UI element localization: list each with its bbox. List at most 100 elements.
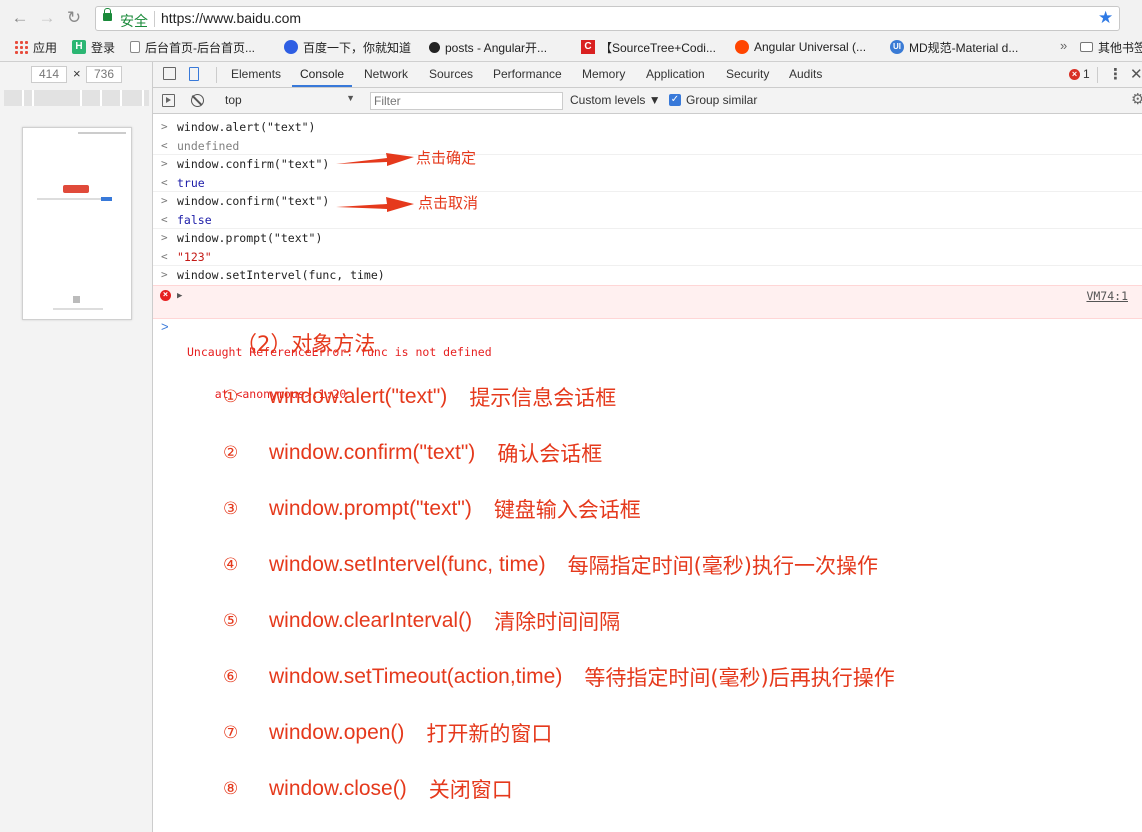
secure-label: 安全 [120,13,148,29]
inspect-element-icon[interactable] [163,67,176,80]
apps-grid-icon [14,40,28,54]
bookmark-star-icon[interactable]: ★ [1098,8,1113,28]
console-error-row[interactable]: × ▶ Uncaught ReferenceError: func is not… [153,284,1142,401]
lock-icon [103,8,112,21]
bookmark-admin-home[interactable]: 后台首页-后台首页... [130,38,255,56]
baidu-paw-icon [284,40,298,54]
input-chevron-icon: > [161,231,168,244]
folder-icon [1080,42,1093,52]
back-icon[interactable]: ← [10,8,30,28]
error-counter[interactable]: × 1 [1069,67,1090,81]
url-text[interactable]: https://www.baidu.com [161,10,301,26]
tab-memory[interactable]: Memory [582,62,625,87]
tab-sources[interactable]: Sources [429,62,473,87]
console-result-line: < true [153,174,1142,192]
error-icon: × [1069,68,1080,80]
bookmark-apps[interactable]: 应用 [14,38,57,56]
preview-footer [53,308,103,310]
note-item: ⑥ window.setTimeout(action,time) 等待指定时间(… [223,665,895,690]
gear-icon[interactable]: ⚙ [1131,90,1142,108]
expand-triangle-icon[interactable]: ▶ [177,289,182,303]
more-bookmarks-icon[interactable]: » [1060,38,1067,53]
toolbar-divider [1097,67,1098,83]
note-item: ⑦ window.open() 打开新的窗口 [223,721,553,746]
note-item: ③ window.prompt("text") 键盘输入会话框 [223,497,641,522]
c-logo-icon: C [581,40,595,54]
url-separator [154,11,155,27]
annotation-confirm-cancel: 点击取消 [418,194,479,212]
arrow-confirm-cancel-icon [336,197,414,212]
group-similar-checkbox[interactable]: ✓ Group similar [669,93,757,107]
preview-nav [78,132,126,134]
preview-qr [73,296,80,303]
bookmark-baidu[interactable]: 百度一下，你就知道 [284,38,411,56]
browser-toolbar: ← → ↻ 安全 https://www.baidu.com ★ 应用 H 登录… [0,0,1142,62]
note-item: ② window.confirm("text") 确认会话框 [223,441,603,466]
arrow-confirm-ok-icon [336,153,414,166]
console-output: > window.alert("text") < undefined > window… [153,118,1142,401]
note-item: ⑧ window.close() 关闭窗口 [223,777,513,802]
more-options-icon[interactable]: ⋮ [1108,65,1123,83]
tab-performance[interactable]: Performance [493,62,562,87]
custom-levels-dropdown[interactable]: Custom levels ▼ [570,93,661,107]
tab-network[interactable]: Network [364,62,408,87]
forward-icon[interactable]: → [37,8,57,28]
output-chevron-icon: < [161,175,168,189]
tab-console[interactable]: Console [292,62,353,87]
reload-icon[interactable]: ↻ [64,8,84,28]
note-item: ⑤ window.clearInterval() 清除时间间隔 [223,609,621,634]
clear-console-icon[interactable] [191,94,204,107]
console-result-line: < false [153,211,1142,229]
device-ruler [4,90,149,106]
preview-logo [63,185,89,193]
input-chevron-icon: > [161,268,168,281]
tab-application[interactable]: Application [646,62,705,87]
notes-title: （2）对象方法 [236,332,376,356]
device-height-input[interactable]: 736 [86,66,122,83]
bookmark-posts[interactable]: posts - Angular开... [429,38,547,56]
preview-search-box [37,198,107,200]
note-item: ① window.alert("text") 提示信息会话框 [223,385,617,410]
bookmark-md[interactable]: UI MD规范-Material d... [890,38,1018,56]
filter-input[interactable] [370,92,563,110]
console-input-line: > window.setIntervel(func, time) [161,268,385,282]
device-mode-icon[interactable] [189,67,199,81]
github-icon [429,41,440,53]
bookmarks-bar: 应用 H 登录 后台首页-后台首页... 百度一下，你就知道 posts - A… [0,36,1142,58]
bookmark-login[interactable]: H 登录 [72,38,115,56]
tab-audits[interactable]: Audits [789,62,822,87]
device-width-input[interactable]: 414 [31,66,67,83]
console-result-line: < "123" [153,248,1142,266]
device-preview[interactable] [22,127,132,320]
context-selector[interactable]: top ▼ [225,93,355,109]
address-bar[interactable]: 安全 https://www.baidu.com ★ [95,6,1120,31]
annotation-arrows [336,153,414,212]
console-input-line: > window.confirm("text") [161,157,330,171]
toolbar-divider [216,67,217,83]
reddit-icon [735,40,749,54]
bookmark-angular-universal[interactable]: Angular Universal (... [735,38,866,56]
dimension-separator: × [73,66,81,81]
console-input-line: > window.confirm("text") [161,194,330,208]
console-input-line: > window.alert("text") [161,120,316,134]
h-logo-icon: H [72,40,86,54]
input-chevron-icon: > [161,120,168,133]
page-icon [130,41,140,53]
preview-search-button [101,197,112,201]
error-source-link[interactable]: VM74:1 [1086,289,1128,303]
sidebar-toggle-icon[interactable] [162,94,175,107]
note-item: ④ window.setIntervel(func, time) 每隔指定时间(… [223,553,878,578]
output-chevron-icon: < [161,249,168,263]
device-toolbar: 414 × 736 [0,62,153,832]
console-input-line: > window.prompt("text") [161,231,323,245]
tab-security[interactable]: Security [726,62,769,87]
bookmark-other[interactable]: 其他书签 [1080,38,1142,56]
checkbox-checked-icon: ✓ [669,94,681,106]
output-chevron-icon: < [161,138,168,152]
annotation-confirm-ok: 点击确定 [416,149,477,167]
output-chevron-icon: < [161,212,168,226]
tab-elements[interactable]: Elements [231,62,281,87]
close-devtools-icon[interactable]: ✕ [1130,65,1142,83]
bookmark-sourcetree[interactable]: C 【SourceTree+Codi... [581,38,716,56]
console-result-line: < undefined [153,137,1142,155]
